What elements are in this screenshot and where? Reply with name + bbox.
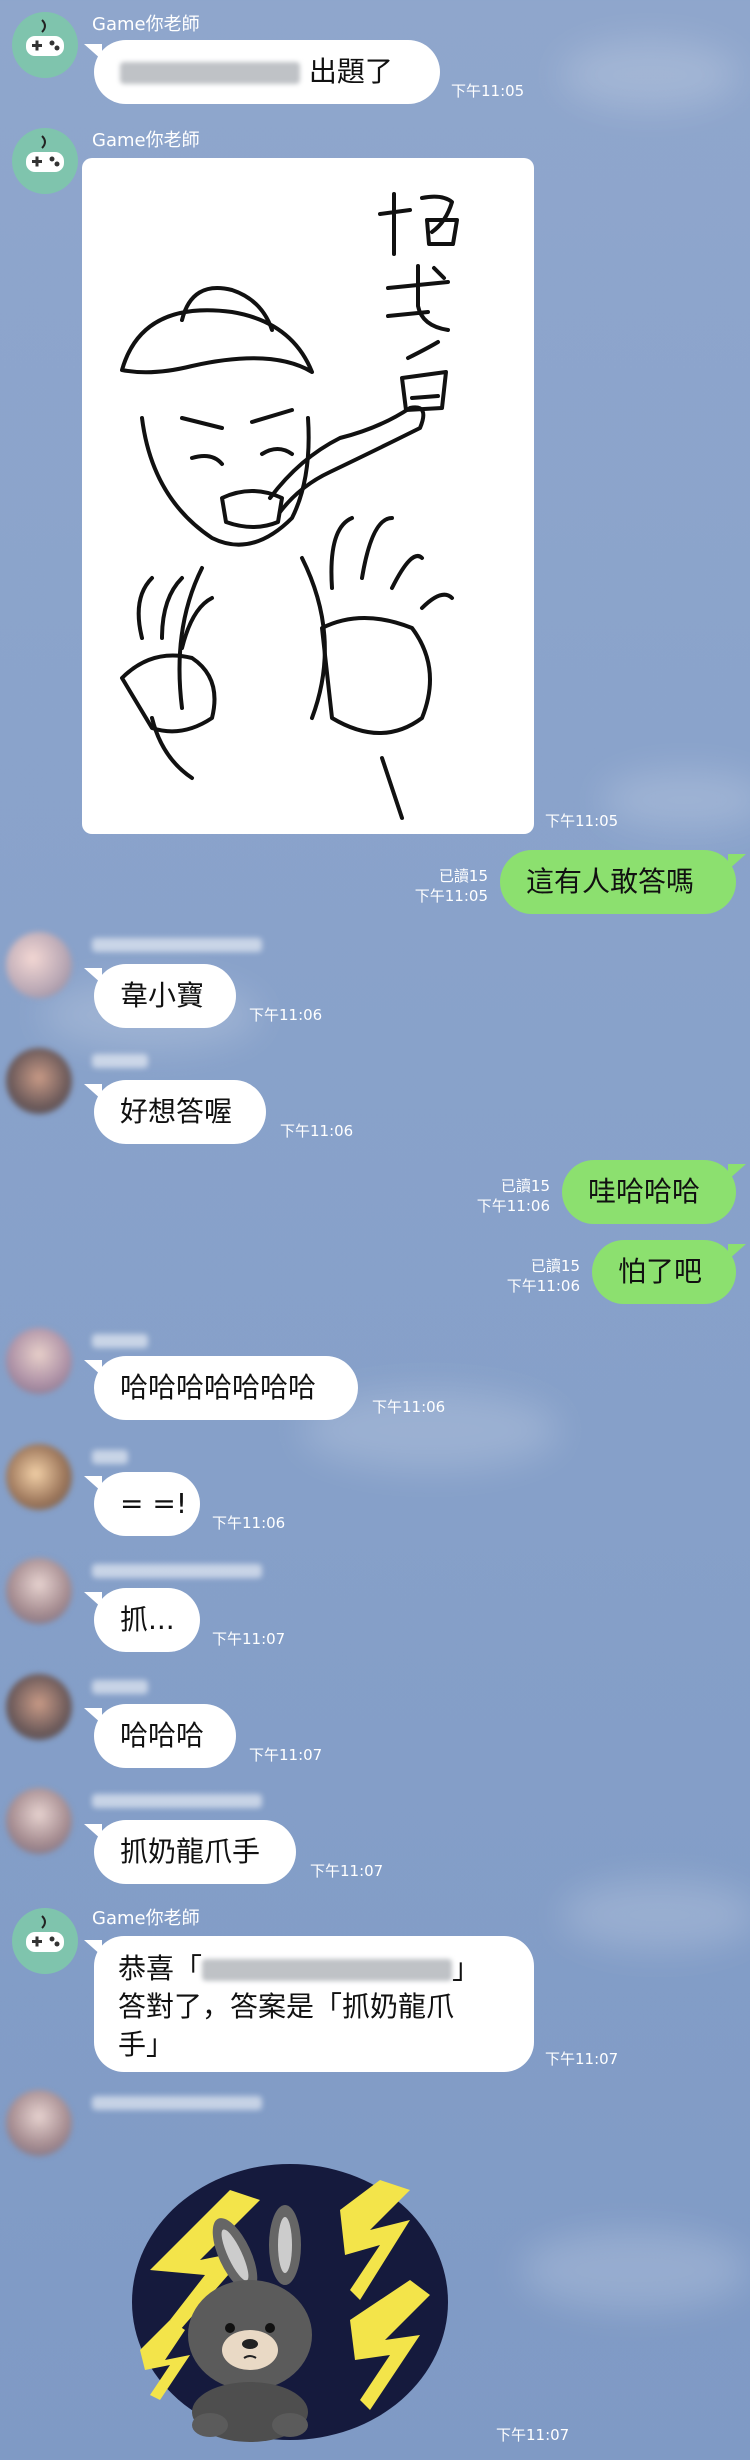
read-count: 已讀15 <box>438 867 488 885</box>
read-receipt: 已讀15 下午11:06 <box>502 1256 580 1296</box>
sender-name-redacted <box>92 2096 262 2110</box>
user-avatar[interactable] <box>6 932 72 998</box>
message-text: 出題了 <box>308 55 393 88</box>
message-bubble[interactable]: 哈哈哈 <box>84 1704 236 1768</box>
read-count: 已讀15 <box>500 1177 550 1195</box>
sticker-message[interactable] <box>110 2150 460 2450</box>
message-text: 哇哈哈哈 <box>588 1175 701 1208</box>
sender-name-redacted <box>92 938 262 952</box>
timestamp: 下午11:06 <box>212 1514 286 1532</box>
gamepad-icon <box>26 19 64 56</box>
bot-avatar[interactable] <box>12 1908 78 1974</box>
timestamp: 下午11:07 <box>212 1630 286 1648</box>
user-avatar[interactable] <box>6 1444 72 1510</box>
message-text: 抓... <box>120 1603 175 1636</box>
message-bubble[interactable]: 出題了 <box>84 40 440 104</box>
message-text: 抓奶龍爪手 <box>120 1835 261 1868</box>
user-avatar[interactable] <box>6 2090 72 2156</box>
cloud <box>600 770 750 830</box>
user-avatar[interactable] <box>6 1788 72 1854</box>
message-text: 」 <box>452 1952 481 1985</box>
read-count: 已讀15 <box>530 1257 580 1275</box>
message-bubble[interactable]: 抓奶龍爪手 <box>84 1820 296 1884</box>
read-receipt: 已讀15 下午11:05 <box>410 866 488 906</box>
timestamp: 下午11:05 <box>545 812 619 830</box>
sender-name: Game你老師 <box>92 1908 200 1929</box>
message-text: = =! <box>120 1487 188 1520</box>
sender-name-redacted <box>92 1680 148 1694</box>
message-bubble[interactable]: 這有人敢答嗎 <box>500 850 746 914</box>
gamepad-icon <box>26 135 64 172</box>
cloud <box>560 40 740 110</box>
user-avatar[interactable] <box>6 1558 72 1624</box>
message-text: 韋小寶 <box>120 979 205 1012</box>
timestamp: 下午11:06 <box>506 1277 580 1295</box>
message-bubble[interactable]: 哈哈哈哈哈哈哈 <box>84 1356 358 1420</box>
sender-name: Game你老師 <box>92 130 200 151</box>
message-text: 怕了吧 <box>618 1255 703 1288</box>
message-text: 哈哈哈 <box>120 1719 205 1752</box>
message-text: 這有人敢答嗎 <box>526 865 695 898</box>
cloud <box>520 2230 750 2310</box>
sketch-image <box>120 192 459 820</box>
redacted-name <box>120 62 300 84</box>
sender-name-redacted <box>92 1564 262 1578</box>
user-avatar[interactable] <box>6 1328 72 1394</box>
message-text: 答對了，答案是「抓奶龍爪 <box>118 1990 455 2023</box>
sender-name-redacted <box>92 1450 128 1464</box>
image-message[interactable] <box>82 158 534 834</box>
timestamp: 下午11:06 <box>372 1398 446 1416</box>
read-receipt: 已讀15 下午11:06 <box>472 1176 550 1216</box>
gamepad-icon <box>26 1915 64 1952</box>
timestamp: 下午11:06 <box>249 1006 323 1024</box>
message-bubble[interactable]: 韋小寶 <box>84 964 236 1028</box>
sender-name: Game你老師 <box>92 14 200 35</box>
message-text: 手」 <box>118 2028 175 2061</box>
timestamp: 下午11:06 <box>476 1197 550 1215</box>
sender-name-redacted <box>92 1054 148 1068</box>
cloud <box>560 1880 750 1950</box>
timestamp: 下午11:05 <box>414 887 488 905</box>
message-line: 恭喜「 」 <box>118 1950 510 1988</box>
timestamp: 下午11:07 <box>496 2426 570 2444</box>
timestamp: 下午11:07 <box>545 2050 619 2068</box>
bear-sticker-icon <box>132 2164 448 2442</box>
timestamp: 下午11:05 <box>451 82 525 100</box>
message-bubble[interactable]: = =! <box>84 1472 200 1536</box>
message-text: 哈哈哈哈哈哈哈 <box>120 1371 317 1404</box>
bot-avatar[interactable] <box>12 128 78 194</box>
user-avatar[interactable] <box>6 1674 72 1740</box>
message-bubble[interactable]: 抓... <box>84 1588 200 1652</box>
message-bubble[interactable]: 好想答喔 <box>84 1080 266 1144</box>
message-text: 恭喜「 <box>118 1952 203 1985</box>
message-bubble[interactable]: 怕了吧 <box>592 1240 746 1304</box>
message-bubble[interactable]: 哇哈哈哈 <box>562 1160 746 1224</box>
message-text: 好想答喔 <box>120 1095 233 1128</box>
message-bubble[interactable]: 恭喜「 」 答對了，答案是「抓奶龍爪 手」 <box>84 1936 534 2072</box>
redacted-name <box>202 1959 453 1981</box>
timestamp: 下午11:06 <box>280 1122 354 1140</box>
timestamp: 下午11:07 <box>249 1746 323 1764</box>
sender-name-redacted <box>92 1794 262 1808</box>
user-avatar[interactable] <box>6 1048 72 1114</box>
timestamp: 下午11:07 <box>310 1862 384 1880</box>
sender-name-redacted <box>92 1334 148 1348</box>
bot-avatar[interactable] <box>12 12 78 78</box>
